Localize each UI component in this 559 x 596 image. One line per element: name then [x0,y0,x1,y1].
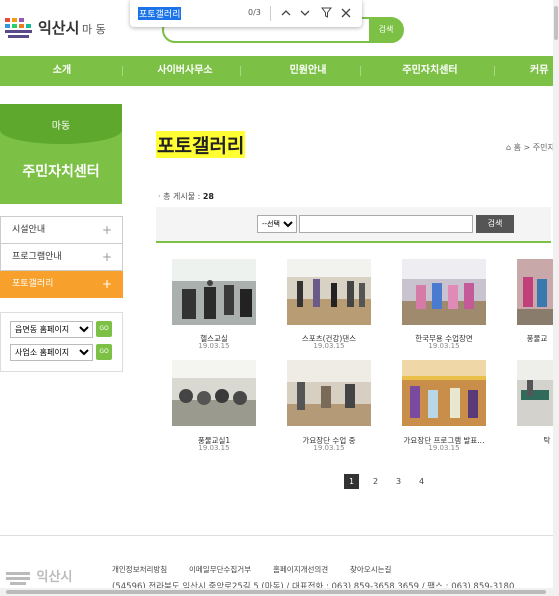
gallery-thumb[interactable] [287,259,371,325]
gallery-thumb[interactable] [402,259,486,325]
search-field-select[interactable]: --선택-- [257,215,297,233]
post-count-label: · 총 게시물 : [158,192,201,201]
logo-city: 익산시 [38,19,80,37]
logo-mark-icon [5,18,32,38]
nav-item-intro[interactable]: 소개 [32,56,92,86]
nav-divider [494,66,495,76]
quick-links: 읍면동 홈페이지 GO 사업소 홈페이지 GO [0,312,123,372]
site-logo[interactable]: 익산시 마 동 [2,12,122,46]
sidebar-item-facility[interactable]: 시설안내 + [0,217,123,244]
gallery-thumb[interactable] [287,360,371,426]
scrollbar-thumb[interactable] [554,6,558,40]
sidebar-header: 마동 주민자치센터 [0,104,122,204]
find-bar: 포토갤러리 0/3 [130,0,362,27]
photo-pungmul-class [172,360,256,426]
site-search-button[interactable]: 검색 [369,17,403,43]
board-search: --선택-- 검색 [156,207,551,243]
page-title: 포토갤러리 [156,131,246,158]
footer-link-feedback[interactable]: 홈페이지개선의견 [273,564,328,575]
gallery-title[interactable]: 풍물교 [482,333,559,344]
sidebar-dong: 마동 [51,121,71,132]
footer-link-privacy[interactable]: 개인정보처리방침 [112,564,167,575]
vertical-scrollbar[interactable] [553,0,559,596]
find-query[interactable]: 포토갤러리 [138,7,182,20]
footer: 익산시 개인정보처리방침 이메일무단수집거부 홈페이지개선의견 찾아오시는길 (… [0,535,553,596]
breadcrumb-separator: > [523,143,531,152]
main-nav: 소개 사이버사무소 민원안내 주민자치센터 커뮤 [0,56,553,86]
scrollbar-thumb[interactable] [6,590,546,594]
filter-icon[interactable] [317,3,335,23]
page-link-3[interactable]: 3 [391,474,406,489]
photo-korean-dance [402,259,486,325]
sidebar-item-label: 시설안내 [12,225,46,235]
go-button[interactable]: GO [96,321,112,337]
gallery-date: 19.03.15 [198,444,230,452]
gallery-thumb[interactable] [172,259,256,325]
chevron-down-icon[interactable] [296,3,314,23]
gallery-date: 19.03.15 [313,342,345,350]
footer-logo-text: 익산시 [36,570,73,585]
page-link-4[interactable]: 4 [414,474,429,489]
plus-icon: + [101,250,112,264]
nav-item-center[interactable]: 주민자치센터 [385,56,475,86]
page-link-1[interactable]: 1 [344,474,359,489]
nav-item-civil[interactable]: 민원안내 [268,56,348,86]
chevron-up-icon[interactable] [277,3,295,23]
photo-gym [172,259,256,325]
sidebar-title: 주민자치센터 [22,164,100,180]
sidebar-item-program[interactable]: 프로그램안내 + [0,244,123,271]
nav-divider [122,66,123,76]
sidebar-item-photo-gallery[interactable]: 포토갤러리 + [0,271,123,298]
board-search-input[interactable] [299,215,473,233]
nav-divider [240,66,241,76]
quick-link-row: 읍면동 홈페이지 GO [10,321,120,339]
plus-icon: + [101,223,112,237]
find-divider [270,6,271,21]
board-search-button[interactable]: 검색 [476,215,514,233]
sidebar-item-label: 포토갤러리 [12,279,54,289]
gallery-date: 19.03.15 [313,444,345,452]
nav-item-cyber-office[interactable]: 사이버사무소 [145,56,225,86]
photo-table-tennis [517,360,553,426]
go-button[interactable]: GO [96,344,112,360]
office-homepage-select[interactable]: 사업소 홈페이지 [10,344,93,361]
sidebar-item-label: 프로그램안내 [12,252,62,262]
gallery-thumb[interactable] [402,360,486,426]
breadcrumb: ⌂ 홈 > 주민자 [506,142,555,153]
gallery-title[interactable]: 탁 [492,435,559,446]
gallery-thumb[interactable] [517,259,553,325]
footer-logo-mark-icon [6,571,30,585]
sidebar-menu: 시설안내 + 프로그램안내 + 포토갤러리 + [0,216,123,298]
gallery-date: 19.03.15 [428,444,460,452]
footer-link-email[interactable]: 이메일무단수집거부 [189,564,251,575]
photo-song-class [287,360,371,426]
quick-link-row: 사업소 홈페이지 GO [10,344,120,362]
post-count-value: 28 [202,192,214,201]
gallery-date: 19.03.15 [198,342,230,350]
footer-link-directions[interactable]: 찾아오시는길 [350,564,391,575]
logo-dong: 마 동 [82,23,106,36]
plus-icon: + [101,277,112,291]
horizontal-scrollbar[interactable] [0,588,553,596]
nav-divider [360,66,361,76]
dong-homepage-select[interactable]: 읍면동 홈페이지 [10,321,93,338]
breadcrumb-home[interactable]: 홈 [514,143,521,152]
close-icon[interactable] [337,3,355,23]
photo-pungmul [517,259,553,325]
breadcrumb-current[interactable]: 주민자 [533,143,555,152]
gallery-thumb[interactable] [172,360,256,426]
gallery-thumb[interactable] [517,360,553,426]
post-count: · 총 게시물 : 28 [158,191,214,202]
photo-song-performance [402,360,486,426]
home-icon[interactable]: ⌂ [506,143,511,152]
footer-logo: 익산시 [4,566,72,586]
page-link-2[interactable]: 2 [368,474,383,489]
find-count: 0/3 [248,8,261,17]
photo-dance [287,259,371,325]
